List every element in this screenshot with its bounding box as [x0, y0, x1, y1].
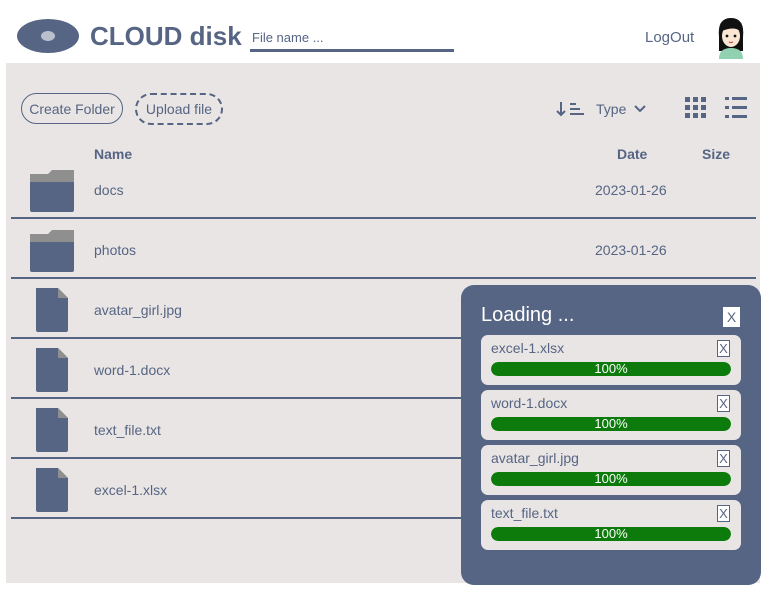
upload-file-name: excel-1.xlsx	[491, 340, 565, 356]
file-icon	[36, 468, 68, 512]
progress-label: 100%	[594, 416, 628, 431]
list-item[interactable]: docs 2023-01-26	[11, 159, 756, 219]
file-name: docs	[94, 182, 124, 198]
progress-label: 100%	[594, 526, 628, 541]
avatar[interactable]	[714, 15, 748, 59]
file-icon	[36, 408, 68, 452]
list-item[interactable]: photos 2023-01-26	[11, 219, 756, 279]
remove-upload-button[interactable]: X	[717, 340, 730, 357]
upload-item: word-1.docx X 100%	[481, 390, 741, 440]
upload-file-name: text_file.txt	[491, 505, 558, 521]
logout-link[interactable]: LogOut	[645, 29, 694, 46]
upload-file-button[interactable]: Upload file	[135, 93, 223, 125]
file-name: text_file.txt	[94, 422, 161, 438]
search-input[interactable]	[250, 25, 454, 52]
progress-label: 100%	[594, 361, 628, 376]
file-icon	[36, 348, 68, 392]
upload-item: excel-1.xlsx X 100%	[481, 335, 741, 385]
sort-order-icon	[556, 102, 584, 117]
file-date: 2023-01-26	[595, 242, 667, 258]
file-name: photos	[94, 242, 137, 258]
file-name: excel-1.xlsx	[94, 482, 168, 498]
file-name: avatar_girl.jpg	[94, 302, 182, 318]
upload-item: avatar_girl.jpg X 100%	[481, 445, 741, 495]
upload-file-name: avatar_girl.jpg	[491, 450, 579, 466]
grid-view-icon[interactable]	[685, 97, 706, 118]
upload-panel-title: Loading ...	[481, 304, 575, 326]
app-title: CLOUD disk	[90, 21, 242, 51]
remove-upload-button[interactable]: X	[717, 395, 730, 412]
upload-file-name: word-1.docx	[491, 395, 568, 411]
create-folder-button[interactable]: Create Folder	[21, 93, 123, 124]
close-panel-button[interactable]: X	[722, 306, 741, 328]
top-bar: CLOUD disk LogOut	[6, 11, 760, 63]
remove-upload-button[interactable]: X	[717, 450, 730, 467]
sort-select[interactable]: Type	[556, 99, 647, 119]
upload-item: text_file.txt X 100%	[481, 500, 741, 550]
sort-label: Type	[596, 101, 627, 117]
chevron-down-icon	[634, 105, 647, 113]
file-name: word-1.docx	[94, 362, 171, 378]
file-icon	[36, 288, 68, 332]
disk-logo-icon	[17, 19, 79, 53]
folder-icon	[30, 170, 74, 212]
progress-label: 100%	[594, 471, 628, 486]
file-date: 2023-01-26	[595, 182, 667, 198]
list-view-icon[interactable]	[725, 97, 747, 118]
remove-upload-button[interactable]: X	[717, 505, 730, 522]
folder-icon	[30, 230, 74, 272]
upload-progress-panel: Loading ... X excel-1.xlsx X 100% word-1…	[461, 285, 761, 585]
